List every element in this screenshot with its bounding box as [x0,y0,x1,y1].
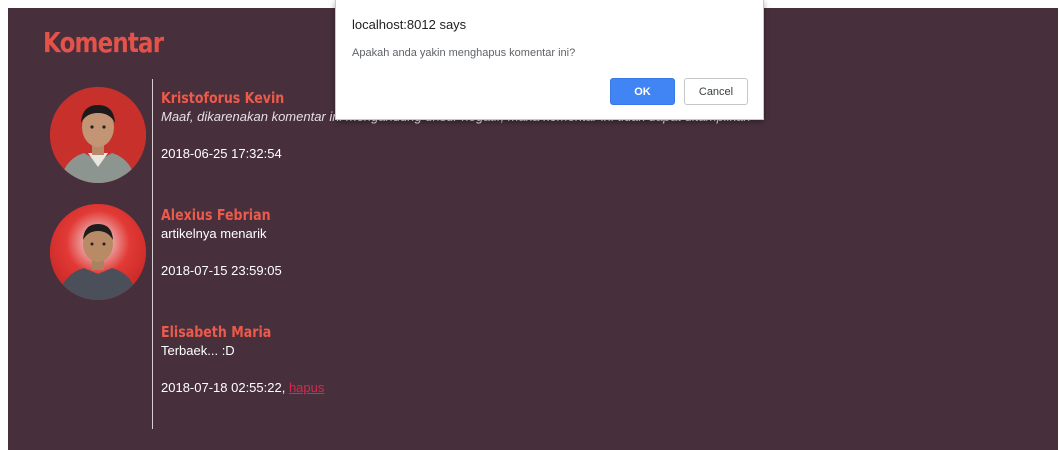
comment-timestamp: 2018-06-25 17:32:54 [161,146,282,161]
avatar-alexius-febrian [50,204,146,300]
comment-item: Elisabeth Maria Terbaek... :D 2018-07-18… [161,322,1041,397]
avatar-kristoforus-kevin [50,87,146,183]
ok-button[interactable]: OK [610,78,675,105]
comment-author: Alexius Febrian [161,206,271,224]
comment-footer: 2018-07-18 02:55:22, hapus [161,379,1041,397]
dialog-message: Apakah anda yakin menghapus komentar ini… [352,47,576,59]
cancel-button[interactable]: Cancel [684,78,748,105]
comment-text: artikelnya menarik [161,226,267,241]
comment-item: Alexius Febrian artikelnya menarik 2018-… [161,205,1041,280]
delete-comment-link[interactable]: hapus [289,380,324,395]
section-title: Komentar [43,26,164,59]
comment-text: Terbaek... :D [161,343,235,358]
comment-author: Elisabeth Maria [161,323,272,341]
comment-timestamp: 2018-07-15 23:59:05 [161,263,282,278]
dialog-title: localhost:8012 says [352,17,467,32]
comment-timestamp: 2018-07-18 02:55:22, [161,380,289,395]
confirm-dialog: localhost:8012 says Apakah anda yakin me… [335,0,764,120]
timeline-divider [152,79,153,429]
